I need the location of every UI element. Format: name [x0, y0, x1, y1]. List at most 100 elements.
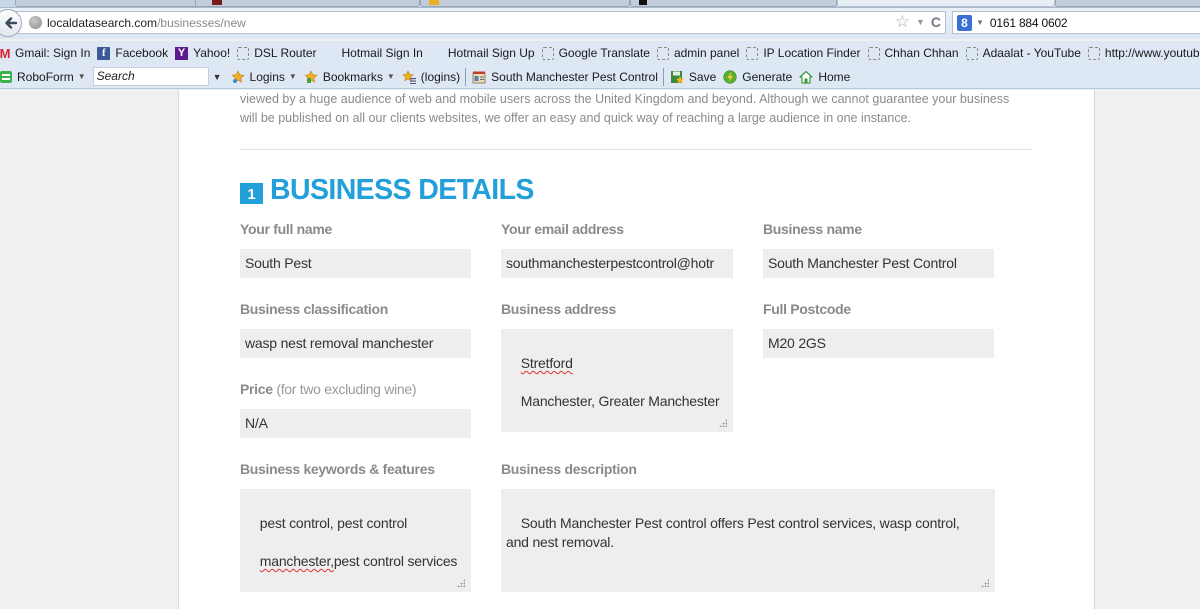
keywords-textarea[interactable]: pest control, pest control manchester,pe…	[240, 489, 471, 592]
tab-active[interactable]	[837, 0, 1055, 7]
postcode-label: Full Postcode	[763, 301, 851, 317]
reload-icon[interactable]: C	[931, 14, 941, 30]
roboform-toolbar: RoboForm ▼ Search ▼ Logins ▼ Bookmarks ▼ (l…	[0, 65, 1200, 89]
bookmark-hotmail-sign-up[interactable]: Hotmail Sign Up	[430, 46, 535, 60]
bookmark-ip-location-finder[interactable]: IP Location Finder	[746, 46, 861, 60]
address-textarea[interactable]: Stretford Manchester, Greater Manchester	[501, 329, 733, 432]
tab[interactable]	[15, 0, 205, 7]
bookmark-label: Google Translate	[558, 46, 650, 60]
roboform-identity[interactable]: South Manchester Pest Control	[472, 70, 658, 84]
roboform-logins-menu[interactable]: Logins ▼	[231, 70, 297, 84]
windows-icon	[430, 47, 443, 60]
search-bar[interactable]: 8 ▼ 0161 884 0602	[952, 11, 1200, 34]
bookmark-facebook[interactable]: f Facebook	[97, 46, 168, 60]
url-path: /businesses/new	[157, 15, 246, 30]
bookmark-dsl-router[interactable]: DSL Router	[237, 46, 316, 60]
classification-field[interactable]: wasp nest removal manchester	[240, 329, 471, 358]
postcode-field[interactable]: M20 2GS	[763, 329, 994, 358]
bookmark-label: Facebook	[115, 46, 169, 60]
back-arrow-icon	[5, 17, 18, 29]
price-field[interactable]: N/A	[240, 409, 471, 438]
business-name-label: Business name	[763, 221, 862, 237]
home-label: Home	[818, 69, 851, 84]
yahoo-icon: Y	[175, 46, 189, 60]
bookmark-adaalat-youtube[interactable]: Adaalat - YouTube	[965, 46, 1081, 60]
blank-page-icon	[965, 46, 978, 60]
tab[interactable]	[195, 0, 420, 7]
bookmark-yahoo[interactable]: Y Yahoo!	[175, 46, 230, 60]
bookmark-star-icon[interactable]: ☆	[895, 13, 910, 30]
logins-list-icon	[402, 69, 416, 84]
blank-page-icon	[867, 46, 880, 60]
navigation-bar: localdatasearch.com/businesses/new ☆ ▼ C…	[0, 8, 1200, 39]
bookmark-hotmail-sign-in[interactable]: Hotmail Sign In	[323, 46, 422, 60]
address-line2: Manchester, Greater Manchester	[520, 393, 720, 409]
bookmark-chhan-chhan[interactable]: Chhan Chhan	[867, 46, 959, 60]
history-dropdown-icon[interactable]: ▼	[916, 17, 925, 27]
roboform-logins-list[interactable]: (logins)	[402, 70, 460, 84]
save-label: Save	[688, 69, 717, 84]
bookmark-label: DSL Router	[254, 46, 317, 60]
roboform-search-input[interactable]: Search	[92, 67, 209, 86]
roboform-home-button[interactable]: Home	[799, 70, 850, 84]
full-name-label: Your full name	[240, 221, 332, 237]
tab-strip	[0, 0, 1200, 8]
resize-grip-icon[interactable]	[457, 579, 465, 587]
description-label: Business description	[501, 461, 637, 477]
gmail-icon: M	[0, 45, 11, 61]
price-label-text: Price	[240, 381, 273, 397]
bookmark-gmail[interactable]: M Gmail: Sign In	[0, 45, 90, 61]
roboform-generate-button[interactable]: Generate	[723, 70, 792, 84]
roboform-logo-icon	[0, 70, 12, 83]
description-text: South Manchester Pest control offers Pes…	[506, 515, 960, 550]
tab-favicon-icon	[212, 0, 222, 5]
bookmarks-label: Bookmarks	[322, 69, 383, 84]
bookmark-label: Hotmail Sign Up	[447, 46, 535, 60]
roboform-search-dropdown-icon[interactable]: ▼	[213, 72, 222, 82]
toolbar-separator	[662, 67, 664, 86]
resize-grip-icon[interactable]	[719, 419, 727, 427]
facebook-icon: f	[97, 46, 111, 60]
bookmark-label: Yahoo!	[193, 46, 231, 60]
tab-favicon-icon	[429, 0, 439, 5]
logins-star-icon	[231, 69, 245, 83]
bookmark-google-translate[interactable]: Google Translate	[541, 46, 650, 60]
roboform-save-button[interactable]: Save	[670, 70, 716, 84]
classification-label: Business classification	[240, 301, 388, 317]
globe-icon	[29, 16, 42, 29]
search-engine-dropdown-icon[interactable]: ▼	[976, 18, 984, 27]
toolbar-separator	[465, 67, 467, 86]
keywords-line2-rest: pest control services	[333, 553, 458, 569]
bookmark-youtube-url[interactable]: http://www.youtube.c...	[1087, 46, 1200, 60]
email-field[interactable]: southmanchesterpestcontrol@hotr	[501, 249, 733, 278]
full-name-field[interactable]: South Pest	[240, 249, 471, 278]
resize-grip-icon[interactable]	[981, 579, 989, 587]
caret-down-icon: ▼	[288, 72, 297, 81]
google-search-engine-icon[interactable]: 8	[957, 14, 972, 31]
url-domain: localdatasearch.com	[47, 15, 158, 30]
address-label: Business address	[501, 301, 617, 317]
divider	[240, 149, 1033, 150]
blank-page-icon	[1087, 46, 1100, 60]
business-name-field[interactable]: South Manchester Pest Control	[763, 249, 994, 278]
bookmarks-toolbar: M Gmail: Sign In f Facebook Y Yahoo! DSL Ro…	[0, 41, 1200, 65]
identity-card-icon	[472, 71, 486, 83]
tab[interactable]	[1055, 0, 1200, 7]
logins-label: Logins	[249, 69, 285, 84]
generate-label: Generate	[742, 69, 793, 84]
logins-list-label: (logins)	[420, 69, 461, 84]
roboform-bookmarks-menu[interactable]: Bookmarks ▼	[304, 70, 395, 84]
bookmark-label: http://www.youtube.c...	[1104, 46, 1200, 60]
url-bar[interactable]: localdatasearch.com/businesses/new ☆ ▼ C	[16, 11, 946, 34]
description-textarea[interactable]: South Manchester Pest control offers Pes…	[501, 489, 995, 592]
roboform-menu[interactable]: RoboForm ▼	[0, 70, 86, 84]
tab[interactable]	[420, 0, 630, 7]
bookmark-admin-panel[interactable]: admin panel	[656, 46, 739, 60]
identity-label: South Manchester Pest Control	[491, 69, 658, 84]
tab[interactable]	[630, 0, 837, 7]
keywords-line1: pest control, pest control	[259, 515, 408, 531]
tab-favicon-icon	[639, 0, 647, 5]
price-label: Price (for two excluding wine)	[240, 381, 417, 397]
bookmark-label: Hotmail Sign In	[341, 46, 423, 60]
search-input[interactable]: 0161 884 0602	[990, 16, 1068, 30]
